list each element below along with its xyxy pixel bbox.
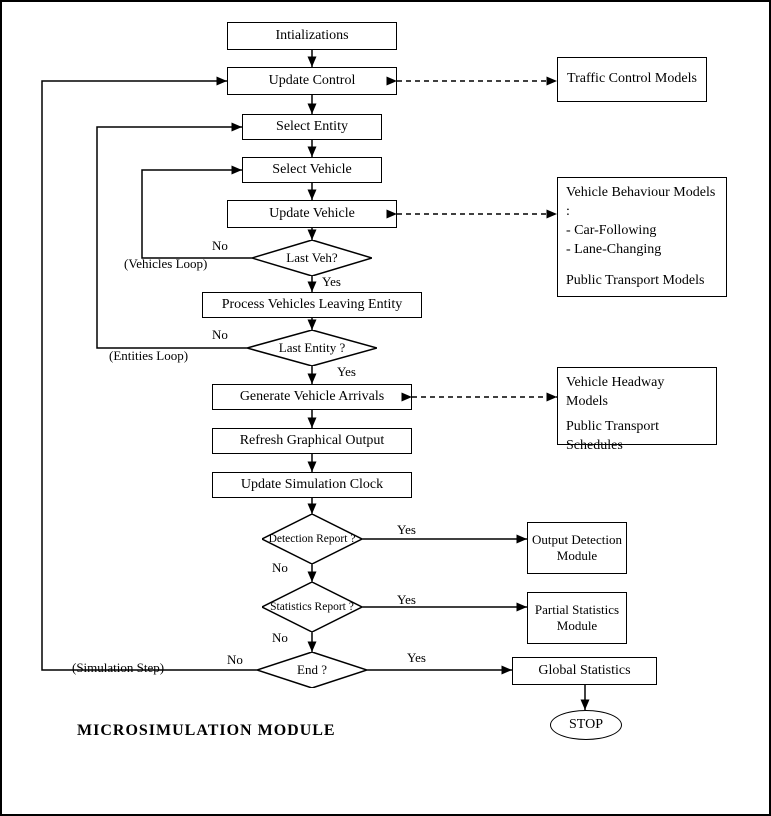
node-label: Last Entity ? [279, 341, 345, 355]
label-yes-stat: Yes [397, 592, 416, 608]
decision-detection-report: Detection Report ? [262, 514, 362, 564]
decision-last-veh: Last Veh? [252, 240, 372, 276]
node-update-clock: Update Simulation Clock [212, 472, 412, 498]
node-label: Update Simulation Clock [241, 477, 383, 494]
label-no-stat: No [272, 630, 288, 646]
node-label: Partial Statistics Module [528, 602, 626, 633]
node-label: Update Control [269, 73, 356, 90]
node-label: Refresh Graphical Output [240, 433, 385, 450]
node-select-entity: Select Entity [242, 114, 382, 140]
node-update-vehicle: Update Vehicle [227, 200, 397, 228]
node-label: Global Statistics [538, 663, 630, 680]
node-label: End ? [297, 663, 327, 677]
label-no-end: No [227, 652, 243, 668]
diagram-title: MICROSIMULATION MODULE [77, 722, 336, 740]
node-initializations: Intializations [227, 22, 397, 50]
node-stop: STOP [550, 710, 622, 740]
sidebox-traffic-control: Traffic Control Models [557, 57, 707, 102]
node-generate-arrivals: Generate Vehicle Arrivals [212, 384, 412, 410]
sidebox-line: Vehicle Headway Models [566, 374, 708, 412]
label-simulation-step: (Simulation Step) [72, 660, 164, 676]
node-update-control: Update Control [227, 67, 397, 95]
label-yes-end: Yes [407, 650, 426, 666]
node-label: Intializations [275, 28, 348, 45]
node-label: Last Veh? [286, 251, 337, 265]
decision-end: End ? [257, 652, 367, 688]
sidebox-line: - Lane-Changing [566, 241, 718, 260]
node-output-detection: Output Detection Module [527, 522, 627, 574]
node-refresh-output: Refresh Graphical Output [212, 428, 412, 454]
node-label: STOP [569, 717, 603, 733]
node-label: Select Vehicle [272, 162, 351, 179]
sidebox-line: - Car-Following [566, 222, 718, 241]
node-select-vehicle: Select Vehicle [242, 157, 382, 183]
sidebox-line: Vehicle Behaviour Models : [566, 184, 718, 222]
label-entities-loop: (Entities Loop) [109, 348, 188, 364]
node-process-leaving: Process Vehicles Leaving Entity [202, 292, 422, 318]
label-no-det: No [272, 560, 288, 576]
node-label: Detection Report ? [269, 533, 356, 546]
label-yes-veh: Yes [322, 274, 341, 290]
sidebox-vehicle-behaviour: Vehicle Behaviour Models : - Car-Followi… [557, 177, 727, 297]
node-label: Generate Vehicle Arrivals [240, 389, 384, 406]
flowchart-canvas: Intializations Update Control Select Ent… [0, 0, 771, 816]
sidebox-line: Public Transport Schedules [566, 418, 708, 456]
label-vehicles-loop: (Vehicles Loop) [124, 256, 207, 272]
label-yes-entity: Yes [337, 364, 356, 380]
node-global-statistics: Global Statistics [512, 657, 657, 685]
node-label: Statistics Report ? [270, 601, 354, 614]
label-no-veh: No [212, 238, 228, 254]
node-label: Select Entity [276, 119, 348, 136]
sidebox-text: Traffic Control Models [567, 70, 697, 89]
node-partial-statistics: Partial Statistics Module [527, 592, 627, 644]
decision-statistics-report: Statistics Report ? [262, 582, 362, 632]
label-yes-det: Yes [397, 522, 416, 538]
sidebox-line: Public Transport Models [566, 272, 718, 291]
node-label: Process Vehicles Leaving Entity [222, 297, 403, 314]
node-label: Output Detection Module [528, 532, 626, 563]
decision-last-entity: Last Entity ? [247, 330, 377, 366]
sidebox-headway: Vehicle Headway Models Public Transport … [557, 367, 717, 445]
node-label: Update Vehicle [269, 206, 355, 223]
label-no-entity: No [212, 327, 228, 343]
